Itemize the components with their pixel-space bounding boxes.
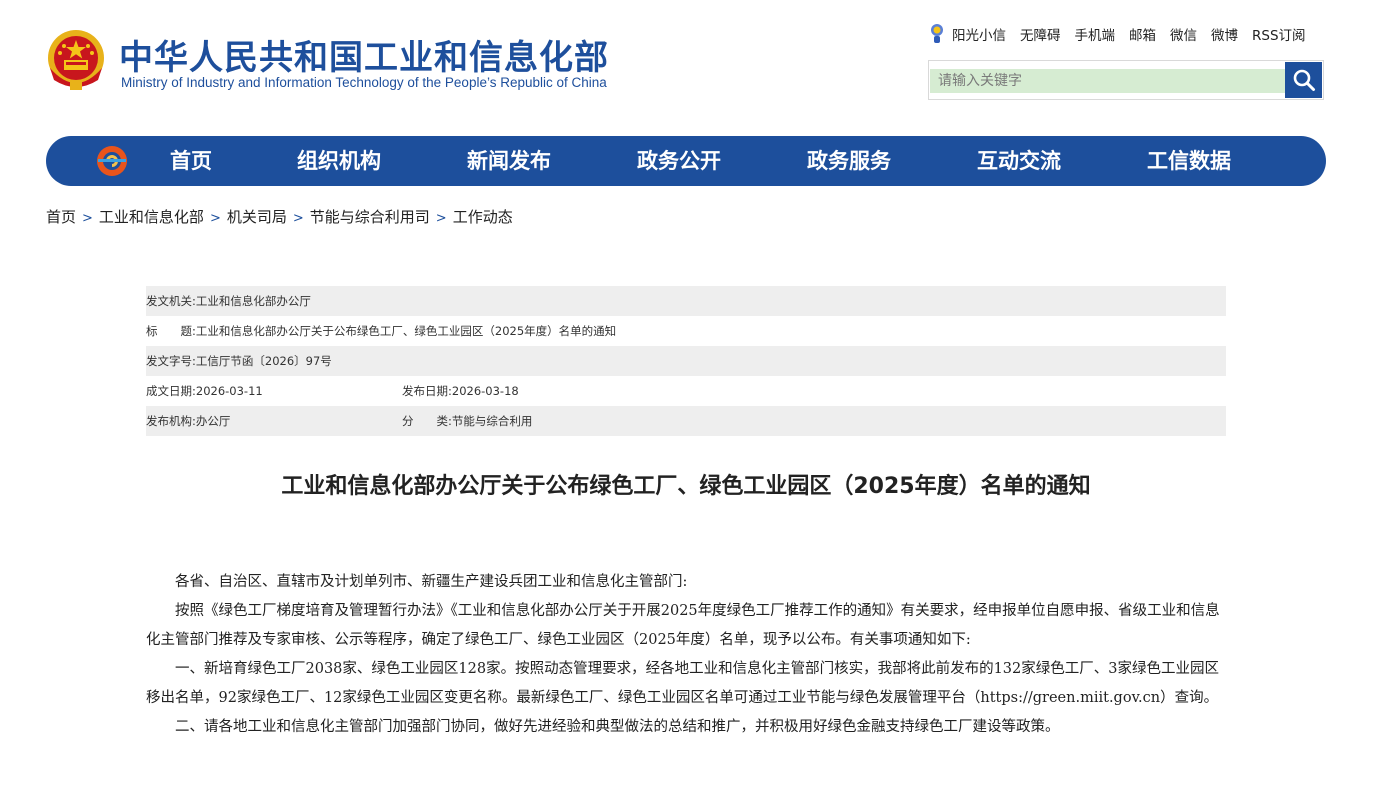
chevron-right-icon: > <box>435 211 447 226</box>
published-date-value: 2026-03-18 <box>451 384 519 398</box>
chevron-right-icon: > <box>209 211 221 226</box>
article-body: 各省、自治区、直辖市及计划单列市、新疆生产建设兵团工业和信息化主管部门: 按照《… <box>146 568 1226 742</box>
meta-row-title: 标 题:工业和信息化部办公厅关于公布绿色工厂、绿色工业园区（2025年度）名单的… <box>146 316 1226 346</box>
meta-row-issuer: 发文机关:工业和信息化部办公厅 <box>146 286 1226 316</box>
meta-row-doc-no: 发文字号:工信厅节函〔2026〕97号 <box>146 346 1226 376</box>
main-nav: 首页 组织机构 新闻发布 政务公开 政务服务 互动交流 工信数据 <box>46 136 1326 186</box>
nav-home[interactable]: 首页 <box>170 136 212 186</box>
nav-logo-icon <box>97 146 127 176</box>
nav-government-affairs[interactable]: 政务公开 <box>637 136 721 186</box>
link-rss[interactable]: RSS订阅 <box>1252 24 1306 44</box>
agency-value: 办公厅 <box>195 414 231 428</box>
link-sunshine-xiaoxin[interactable]: 阳光小信 <box>952 24 1006 44</box>
nav-government-services[interactable]: 政务服务 <box>807 136 891 186</box>
article-paragraph: 按照《绿色工厂梯度培育及管理暂行办法》《工业和信息化部办公厅关于开展2025年度… <box>146 603 1220 648</box>
title-label: 标 题: <box>146 324 196 338</box>
written-date-label: 成文日期: <box>146 384 196 398</box>
nav-organization[interactable]: 组织机构 <box>297 136 381 186</box>
nav-interaction[interactable]: 互动交流 <box>977 136 1061 186</box>
article-paragraph: 各省、自治区、直辖市及计划单列市、新疆生产建设兵团工业和信息化主管部门: <box>175 574 688 590</box>
chevron-right-icon: > <box>292 211 304 226</box>
doc-no-label: 发文字号: <box>146 354 196 368</box>
site-title[interactable]: 中华人民共和国工业和信息化部 <box>119 30 609 79</box>
published-date-label: 发布日期: <box>402 384 452 398</box>
site-subtitle: Ministry of Industry and Information Tec… <box>121 75 607 90</box>
link-mobile[interactable]: 手机端 <box>1075 24 1116 44</box>
link-mailbox[interactable]: 邮箱 <box>1129 24 1156 44</box>
category-value: 节能与综合利用 <box>451 414 533 428</box>
issuer-value: 工业和信息化部办公厅 <box>195 294 311 308</box>
article-title: 工业和信息化部办公厅关于公布绿色工厂、绿色工业园区（2025年度）名单的通知 <box>281 474 1091 499</box>
document-metadata: 发文机关:工业和信息化部办公厅 标 题:工业和信息化部办公厅关于公布绿色工厂、绿… <box>146 286 1226 436</box>
nav-news[interactable]: 新闻发布 <box>467 136 551 186</box>
meta-row-agency: 发布机构:办公厅 分 类:节能与综合利用 <box>146 406 1226 436</box>
doc-no-value: 工信厅节函〔2026〕97号 <box>195 354 332 368</box>
top-links-bar: 阳光小信 无障碍 手机端 邮箱 微信 微博 RSS订阅 <box>928 22 1306 46</box>
search-box <box>928 60 1324 100</box>
written-date-value: 2026-03-11 <box>195 384 263 398</box>
national-emblem-icon <box>48 30 104 90</box>
search-icon <box>1293 69 1315 91</box>
title-value: 工业和信息化部办公厅关于公布绿色工厂、绿色工业园区（2025年度）名单的通知 <box>195 324 617 338</box>
category-label: 分 类: <box>402 414 452 428</box>
breadcrumb-work-news[interactable]: 工作动态 <box>453 208 513 226</box>
article-paragraph: 一、新培育绿色工厂2038家、绿色工业园区128家。按照动态管理要求，经各地工业… <box>146 661 1219 706</box>
agency-label: 发布机构: <box>146 414 196 428</box>
search-input[interactable] <box>930 69 1285 93</box>
link-weibo[interactable]: 微博 <box>1211 24 1238 44</box>
sunshine-mascot-icon[interactable] <box>928 23 946 45</box>
breadcrumb-departments[interactable]: 机关司局 <box>227 208 287 226</box>
search-button[interactable] <box>1285 62 1322 98</box>
breadcrumb-energy-dept[interactable]: 节能与综合利用司 <box>310 208 430 226</box>
article-paragraph: 二、请各地工业和信息化主管部门加强部门协同，做好先进经验和典型做法的总结和推广，… <box>175 719 1060 735</box>
link-wechat[interactable]: 微信 <box>1170 24 1197 44</box>
breadcrumb-home[interactable]: 首页 <box>46 208 76 226</box>
link-accessibility[interactable]: 无障碍 <box>1020 24 1061 44</box>
meta-row-dates: 成文日期:2026-03-11 发布日期:2026-03-18 <box>146 376 1226 406</box>
breadcrumb: 首页 > 工业和信息化部 > 机关司局 > 节能与综合利用司 > 工作动态 <box>46 206 513 227</box>
chevron-right-icon: > <box>82 211 93 226</box>
nav-data[interactable]: 工信数据 <box>1147 136 1231 186</box>
issuer-label: 发文机关: <box>146 294 196 308</box>
breadcrumb-miit[interactable]: 工业和信息化部 <box>99 208 204 226</box>
